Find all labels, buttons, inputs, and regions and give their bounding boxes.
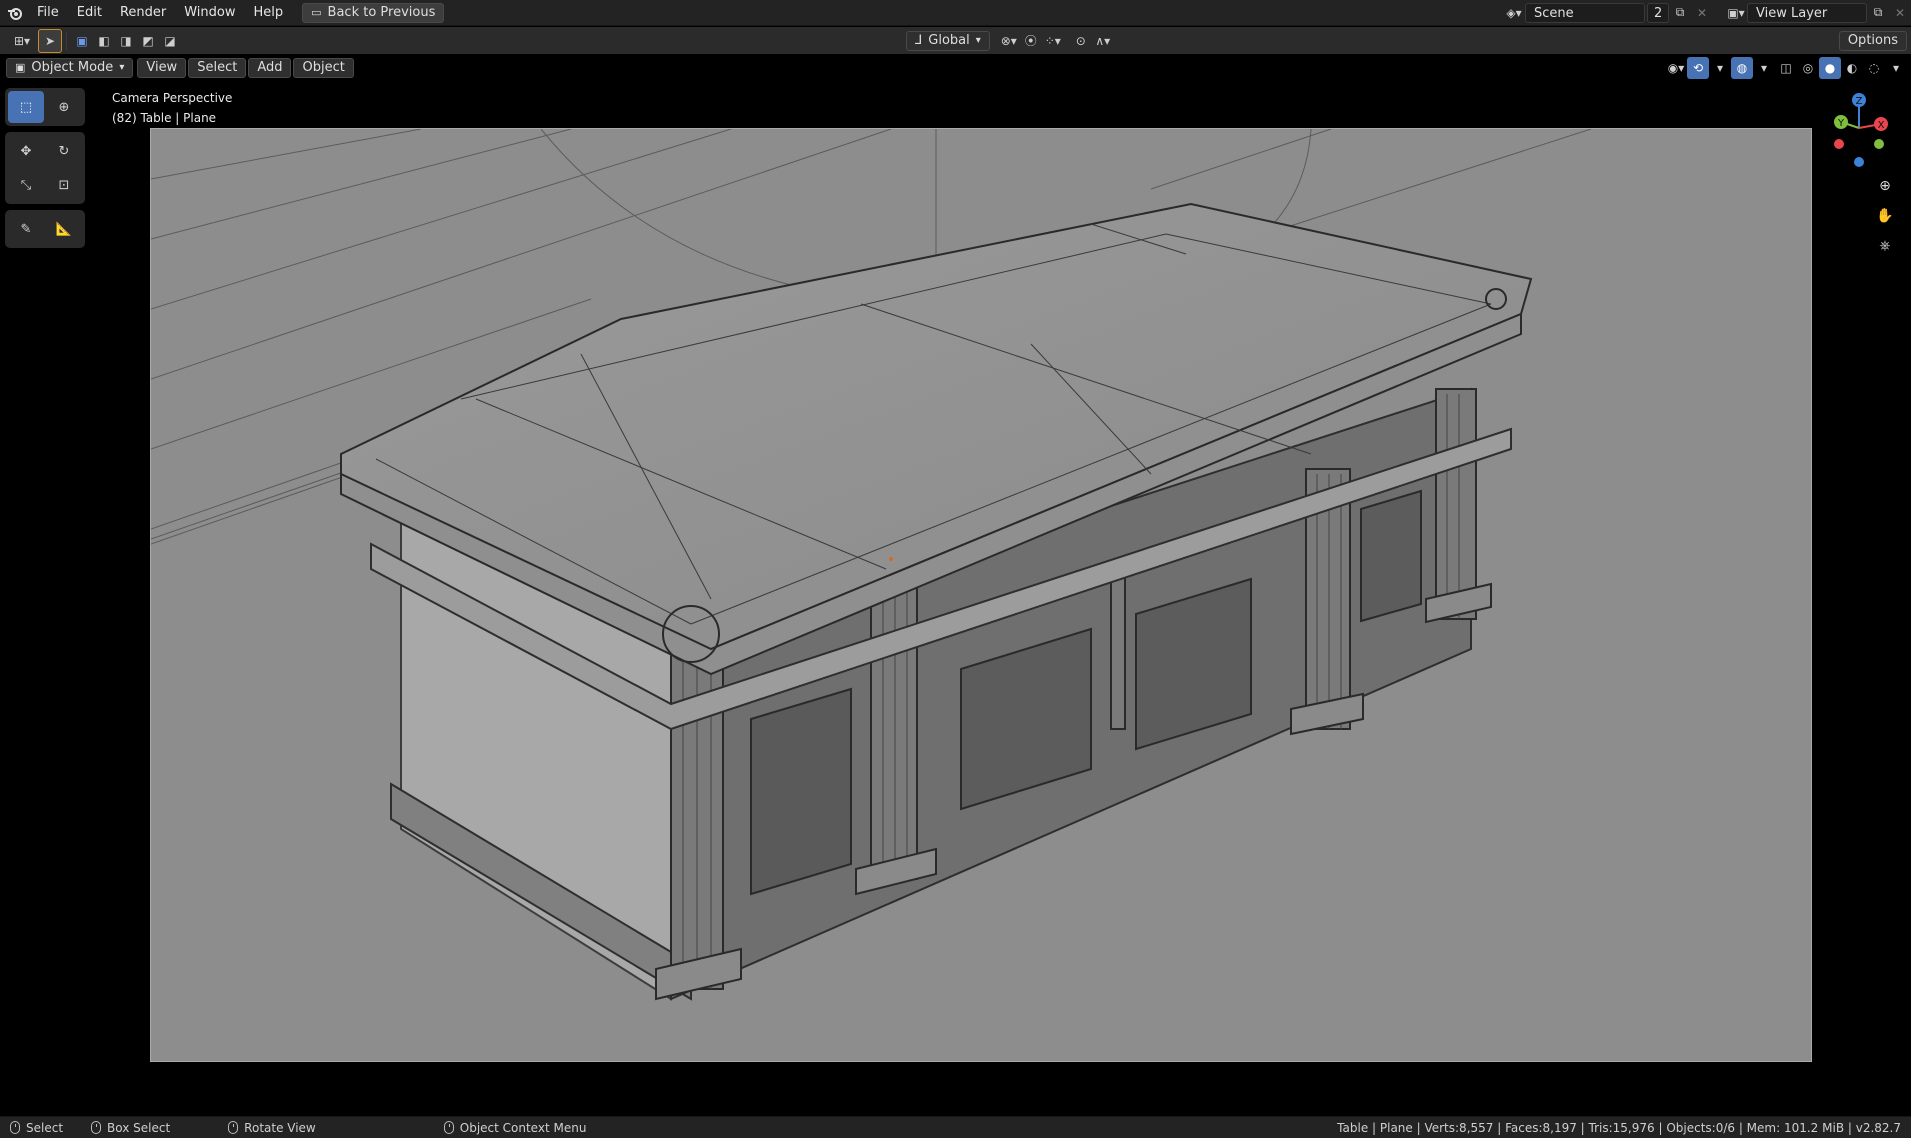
- status-rotate-view-label: Rotate View: [244, 1120, 316, 1135]
- back-to-previous-label: Back to Previous: [327, 4, 436, 20]
- status-context-menu-label: Object Context Menu: [459, 1120, 587, 1135]
- overlays-toggle-icon[interactable]: ◍: [1731, 57, 1753, 79]
- rotate-tool-icon[interactable]: ↻: [46, 135, 82, 167]
- overlays-options-icon[interactable]: ▾: [1753, 57, 1775, 79]
- back-to-previous-button[interactable]: ▭ Back to Previous: [302, 2, 445, 23]
- shading-wireframe-icon[interactable]: ◎: [1797, 57, 1819, 79]
- shading-solid-icon[interactable]: ●: [1819, 57, 1841, 79]
- measure-tool-icon[interactable]: 📐: [46, 213, 82, 245]
- scene-name-field[interactable]: Scene: [1525, 2, 1645, 23]
- scene-users-count[interactable]: 2: [1647, 2, 1669, 23]
- view-layer-selector-icon[interactable]: ▣▾: [1725, 2, 1747, 24]
- select-mode-subtract-icon[interactable]: ◨: [115, 30, 137, 52]
- new-scene-icon[interactable]: ⧉: [1669, 2, 1691, 24]
- proportional-falloff-icon[interactable]: ∧▾: [1092, 30, 1114, 52]
- tool-shelf: ⬚ ⊕ ✥ ↻ ⤡ ⊡ ✎ 📐: [5, 88, 85, 254]
- pivot-point-icon[interactable]: ⊗▾: [998, 30, 1020, 52]
- cursor-tool-icon[interactable]: ⊕: [46, 91, 82, 123]
- move-tool-icon[interactable]: ✥: [8, 135, 44, 167]
- viewport-overlay-text: Camera Perspective (82) Table | Plane: [112, 88, 232, 128]
- zoom-icon[interactable]: ⊕: [1873, 174, 1897, 198]
- status-bar: Select Box Select Rotate View Object Con…: [0, 1116, 1911, 1138]
- menu-file[interactable]: File: [28, 1, 68, 25]
- transform-tool-group: ✥ ↻ ⤡ ⊡: [5, 132, 85, 204]
- select-mode-invert-icon[interactable]: ◩: [137, 30, 159, 52]
- snap-toggle-icon[interactable]: ⦿: [1020, 30, 1042, 52]
- viewport-header: ▣ Object Mode ▾ View Select Add Object ◉…: [0, 54, 1911, 82]
- 3d-viewport[interactable]: Camera Perspective (82) Table | Plane Z …: [0, 82, 1911, 1116]
- chevron-down-icon: ▾: [975, 34, 981, 46]
- navigation-gizmo[interactable]: Z Y X: [1819, 88, 1899, 168]
- menu-help[interactable]: Help: [245, 1, 293, 25]
- shading-options-icon[interactable]: ▾: [1885, 57, 1907, 79]
- scene-statistics: Table | Plane | Verts:8,557 | Faces:8,19…: [1337, 1120, 1901, 1135]
- pan-hand-icon[interactable]: ✋: [1873, 204, 1897, 228]
- visibility-filter-icon[interactable]: ◉▾: [1665, 57, 1687, 79]
- camera-frame: [150, 128, 1812, 1062]
- tool-header: ⊞▾ ➤ ▣ ◧ ◨ ◩ ◪ ⅃ Global ▾ ⊗▾ ⦿ ⁘▾ ⊙ ∧▾ O…: [0, 27, 1911, 54]
- shading-material-icon[interactable]: ◐: [1841, 57, 1863, 79]
- status-box-select-label: Box Select: [107, 1120, 171, 1135]
- proportional-edit-icon[interactable]: ⊙: [1070, 30, 1092, 52]
- delete-view-layer-icon[interactable]: ✕: [1889, 2, 1911, 24]
- annotate-tool-icon[interactable]: ✎: [8, 213, 44, 245]
- menu-edit[interactable]: Edit: [68, 1, 111, 25]
- shading-rendered-icon[interactable]: ◌: [1863, 57, 1885, 79]
- status-select: Select: [10, 1121, 63, 1135]
- snap-target-icon[interactable]: ⁘▾: [1042, 30, 1064, 52]
- select-box-tool-icon[interactable]: ⬚: [8, 91, 44, 123]
- gizmo-options-icon[interactable]: ▾: [1709, 57, 1731, 79]
- menu-view[interactable]: View: [137, 58, 187, 78]
- status-box-select: Box Select: [91, 1121, 170, 1135]
- chevron-down-icon: ▾: [119, 62, 125, 73]
- scale-tool-icon[interactable]: ⤡: [8, 169, 44, 201]
- menu-add[interactable]: Add: [248, 58, 292, 78]
- blender-logo-icon[interactable]: [2, 5, 28, 21]
- options-label: Options: [1847, 32, 1898, 48]
- object-mode-icon: ▣: [15, 61, 26, 74]
- top-menu-bar: File Edit Render Window Help ▭ Back to P…: [0, 0, 1911, 26]
- menu-select[interactable]: Select: [188, 58, 247, 78]
- transform-orientation-label: Global: [928, 32, 970, 48]
- right-mouse-icon: [443, 1121, 454, 1134]
- delete-scene-icon[interactable]: ✕: [1691, 2, 1713, 24]
- menu-object[interactable]: Object: [293, 58, 354, 78]
- scene-selector-icon[interactable]: ◈▾: [1503, 2, 1525, 24]
- new-view-layer-icon[interactable]: ⧉: [1867, 2, 1889, 24]
- select-tool-icon[interactable]: ➤: [38, 28, 62, 53]
- status-select-label: Select: [26, 1120, 64, 1135]
- active-object-label: (82) Table | Plane: [112, 111, 217, 125]
- select-mode-intersect-icon[interactable]: ◪: [159, 30, 181, 52]
- mode-label: Object Mode: [31, 60, 114, 75]
- left-mouse-icon: [10, 1121, 20, 1134]
- gizmo-toggle-icon[interactable]: ⟲: [1687, 57, 1709, 79]
- camera-view-icon[interactable]: ⎈: [1873, 234, 1897, 258]
- xray-toggle-icon[interactable]: ◫: [1775, 57, 1797, 79]
- status-context-menu: Object Context Menu: [443, 1120, 587, 1135]
- camera-perspective-label: Camera Perspective: [112, 91, 233, 105]
- scene-render: [151, 129, 1592, 1001]
- mode-dropdown[interactable]: ▣ Object Mode ▾: [6, 58, 134, 78]
- screen-icon: ▭: [311, 5, 322, 19]
- status-rotate-view: Rotate View: [228, 1121, 316, 1135]
- select-mode-new-icon[interactable]: ▣: [71, 30, 93, 52]
- gizmo-x-label: X: [1878, 120, 1885, 131]
- gizmo-y-label: Y: [1837, 118, 1845, 129]
- view-layer-field[interactable]: View Layer: [1747, 2, 1867, 23]
- annotate-tool-group: ✎ 📐: [5, 210, 85, 248]
- select-mode-extend-icon[interactable]: ◧: [93, 30, 115, 52]
- menu-window[interactable]: Window: [175, 1, 244, 25]
- editor-type-icon[interactable]: ⊞▾: [6, 30, 38, 52]
- drag-mouse-icon: [91, 1121, 102, 1134]
- middle-mouse-icon: [228, 1121, 239, 1134]
- options-dropdown[interactable]: Options: [1838, 30, 1907, 51]
- gizmo-z-label: Z: [1856, 96, 1863, 107]
- orientation-axes-icon: ⅃: [915, 32, 923, 48]
- select-tool-group: ⬚ ⊕: [5, 88, 85, 126]
- menu-render[interactable]: Render: [111, 1, 175, 25]
- transform-orientation-dropdown[interactable]: ⅃ Global ▾: [906, 30, 990, 51]
- transform-tool-icon[interactable]: ⊡: [46, 169, 82, 201]
